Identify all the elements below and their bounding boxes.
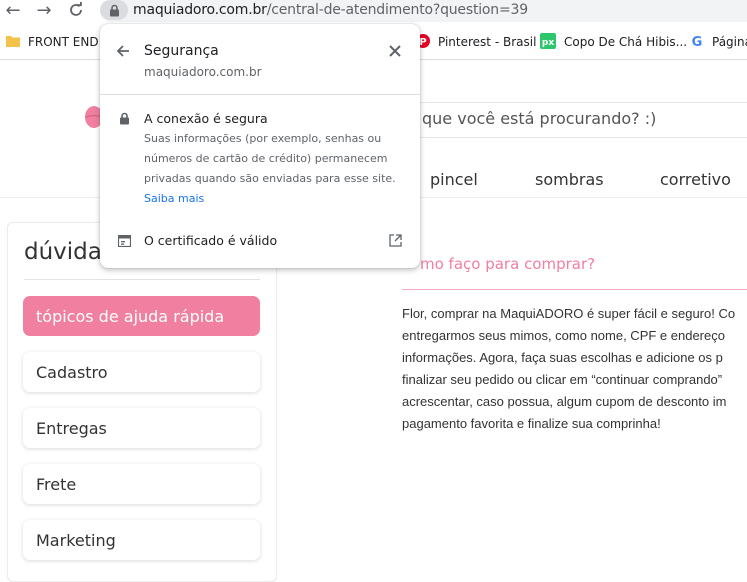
secure-desc-line: privadas quando são enviadas para esse s…: [144, 172, 396, 185]
answer-line: pagamento favorita e finalize sua compri…: [402, 416, 661, 431]
certificate-label[interactable]: O certificado é válido: [144, 233, 277, 248]
answer-line: entregarmos seus mimos, como nome, CPF e…: [402, 328, 725, 343]
lock-icon: [119, 112, 130, 130]
popup-title: Segurança: [144, 43, 219, 59]
site-info-popup: Segurança maquiadoro.com.br A conexão é …: [100, 24, 420, 268]
close-icon[interactable]: [389, 44, 403, 58]
category-sombras[interactable]: sombras: [535, 170, 604, 189]
folder-icon: [6, 35, 20, 50]
browser-toolbar: ← → maquiadoro.com.br/central-de-atendim…: [0, 0, 747, 24]
google-icon: G: [690, 34, 704, 51]
url-text[interactable]: maquiadoro.com.br/central-de-atendimento…: [133, 2, 528, 18]
secure-heading: A conexão é segura: [144, 111, 268, 126]
sidebar-divider: [24, 279, 260, 280]
question-divider: [402, 289, 747, 290]
answer-line: acrescentar, caso possua, algum cupom de…: [402, 394, 727, 409]
lock-icon[interactable]: [100, 0, 128, 20]
bookmark-label: Página: [712, 35, 747, 49]
secure-desc-line: números de cartão de crédito) permanecem: [144, 152, 388, 165]
reload-icon[interactable]: [65, 0, 87, 20]
external-link-icon[interactable]: [389, 234, 402, 252]
logo-lips-icon[interactable]: [80, 104, 103, 130]
question-title[interactable]: mo faço para comprar?: [420, 255, 595, 273]
topic-quick-help[interactable]: tópicos de ajuda rápida: [23, 296, 260, 336]
topic-frete[interactable]: Frete: [23, 464, 260, 504]
forward-arrow-icon[interactable]: →: [33, 0, 55, 21]
answer-line: finalizar seu pedido ou clicar em “conti…: [402, 372, 723, 387]
topic-cadastro[interactable]: Cadastro: [23, 352, 260, 392]
svg-text:G: G: [692, 35, 703, 48]
category-corretivo[interactable]: corretivo: [660, 170, 731, 189]
learn-more-link[interactable]: Saiba mais: [144, 192, 204, 205]
bookmark-pinterest[interactable]: P Pinterest - Brasil: [416, 32, 536, 52]
popup-divider: [100, 94, 420, 95]
answer-line: Flor, comprar na MaquiADORO é super fáci…: [402, 306, 736, 321]
bookmark-label: FRONT END: [28, 35, 99, 49]
bookmark-google[interactable]: G Página: [690, 32, 747, 52]
topic-marketing[interactable]: Marketing: [23, 520, 260, 560]
category-pincel[interactable]: pincel: [430, 170, 478, 189]
back-arrow-icon[interactable]: ←: [2, 0, 24, 21]
url-path: /central-de-atendimento?question=39: [266, 2, 528, 18]
svg-text:px: px: [542, 38, 554, 48]
bookmark-front-end[interactable]: FRONT END: [6, 32, 99, 52]
popup-domain: maquiadoro.com.br: [144, 65, 262, 79]
secure-desc-line: Suas informações (por exemplo, senhas ou: [144, 132, 382, 145]
search-placeholder: que você está procurando? :): [422, 109, 657, 128]
bookmark-label: Pinterest - Brasil: [438, 35, 537, 49]
bookmark-pixabay[interactable]: px Copo De Chá Hibis...: [540, 32, 687, 52]
certificate-icon: [117, 234, 132, 252]
back-arrow-icon[interactable]: [116, 44, 132, 60]
pixabay-icon: px: [540, 32, 556, 52]
svg-text:P: P: [419, 37, 426, 48]
bookmark-label: Copo De Chá Hibis...: [564, 35, 688, 49]
answer-line: informações. Agora, faça suas escolhas e…: [402, 350, 723, 365]
topic-entregas[interactable]: Entregas: [23, 408, 260, 448]
url-domain: maquiadoro.com.br: [133, 2, 267, 18]
